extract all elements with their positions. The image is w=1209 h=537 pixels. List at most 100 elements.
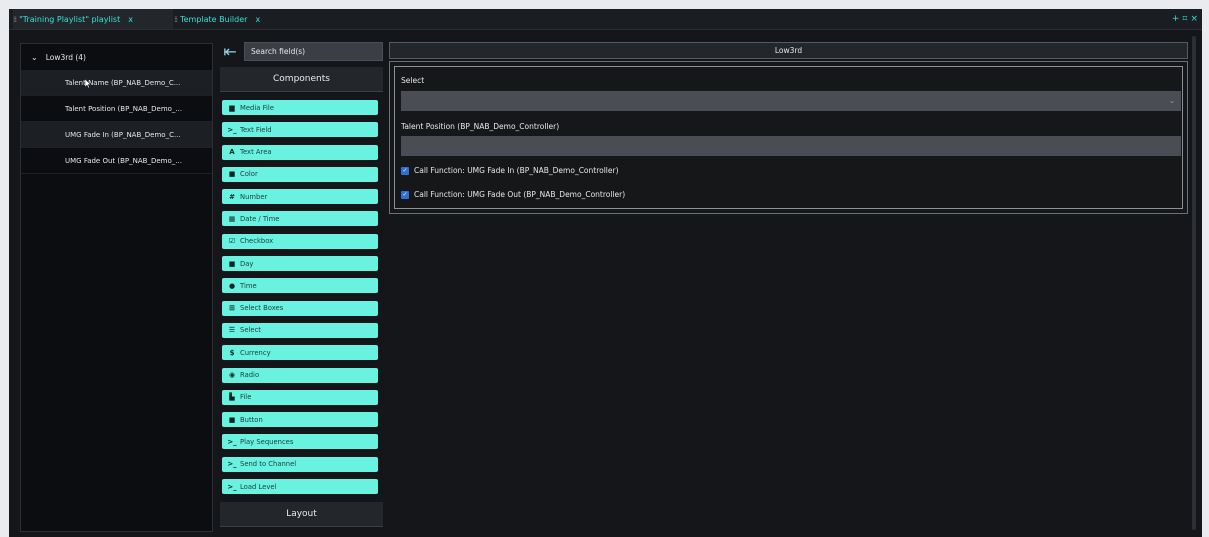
day-icon: ■ <box>228 259 236 268</box>
search-row: ⇤ Search field(s) <box>220 41 383 62</box>
calendar-icon: ▦ <box>228 214 236 223</box>
component-select[interactable]: ☰ Select <box>222 322 378 338</box>
drag-handle-icon[interactable]: ⁞⁞ <box>174 15 178 24</box>
component-checkbox[interactable]: ☑ Checkbox <box>222 233 378 249</box>
component-color[interactable]: ■ Color <box>222 166 378 182</box>
checkbox-icon: ☑ <box>228 237 236 246</box>
component-time[interactable]: ● Time <box>222 278 378 294</box>
color-icon: ■ <box>228 170 236 179</box>
collapse-panel-icon[interactable]: ⇤ <box>220 41 240 62</box>
select-label: Select <box>401 76 425 85</box>
tab-template-builder[interactable]: ⁞⁞ Template Builder x <box>174 9 260 29</box>
component-text-area[interactable]: A Text Area <box>222 144 378 160</box>
component-send-to-channel[interactable]: >_ Send to Channel <box>222 456 378 472</box>
component-label: Select Boxes <box>240 304 284 313</box>
terminal-icon: >_ <box>227 437 237 446</box>
talent-position-input[interactable] <box>401 136 1181 156</box>
component-date-time[interactable]: ▦ Date / Time <box>222 211 378 227</box>
window-controls: + ⌗ × <box>1172 9 1198 29</box>
tree-item[interactable]: UMG Fade In (BP_NAB_Demo_C... <box>21 122 212 148</box>
tree-item[interactable]: UMG Fade Out (BP_NAB_Demo_... <box>21 148 212 174</box>
file-icon: ▙ <box>229 393 235 402</box>
tree-item[interactable]: Talent Name (BP_NAB_Demo_C... <box>21 70 212 96</box>
component-label: Date / Time <box>240 214 280 223</box>
form-preview: Select ⌄ Talent Position (BP_NAB_Demo_Co… <box>389 61 1188 214</box>
component-radio[interactable]: ◉ Radio <box>222 367 378 383</box>
component-label: Checkbox <box>240 237 274 246</box>
close-tab-icon[interactable]: x <box>255 15 260 24</box>
template-tree: ⌄ Low3rd (4) Talent Name (BP_NAB_Demo_C.… <box>20 43 213 532</box>
component-label: Currency <box>240 348 271 357</box>
tab-label: Template Builder <box>180 14 248 24</box>
form-container[interactable]: Select ⌄ Talent Position (BP_NAB_Demo_Co… <box>394 66 1183 209</box>
checkbox-checked-icon[interactable]: ✓ <box>401 166 409 175</box>
chevron-down-icon[interactable]: ⌄ <box>31 53 38 62</box>
radio-icon: ◉ <box>228 371 236 380</box>
tab-label: "Training Playlist" playlist <box>19 14 121 24</box>
component-day[interactable]: ■ Day <box>222 256 378 272</box>
select-dropdown[interactable]: ⌄ <box>401 91 1181 111</box>
search-input[interactable]: Search field(s) <box>244 42 383 61</box>
chevron-down-icon: ⌄ <box>1169 97 1175 105</box>
component-label: Color <box>240 170 258 179</box>
select-boxes-icon: ⊞ <box>229 304 235 313</box>
clock-icon: ● <box>228 281 236 290</box>
app-window: ⁞⁞ "Training Playlist" playlist x ⁞⁞ Tem… <box>9 9 1202 537</box>
tree-item[interactable]: Talent Position (BP_NAB_Demo_... <box>21 96 212 122</box>
checkbox-fade-out[interactable]: ✓ Call Function: UMG Fade Out (BP_NAB_De… <box>401 190 625 199</box>
component-label: Button <box>240 415 263 424</box>
select-icon: ☰ <box>228 326 236 335</box>
tree-item-label: Talent Position (BP_NAB_Demo_... <box>65 104 183 113</box>
component-number[interactable]: # Number <box>222 189 378 205</box>
component-label: Media File <box>240 103 274 112</box>
component-load-level[interactable]: >_ Load Level <box>222 479 378 495</box>
text-area-icon: A <box>229 148 235 157</box>
component-label: Select <box>240 326 261 335</box>
tree-group-header[interactable]: ⌄ Low3rd (4) <box>21 44 212 70</box>
component-label: Number <box>240 192 268 201</box>
component-label: Play Sequences <box>240 437 294 446</box>
component-label: Send to Channel <box>240 460 297 469</box>
checkbox-checked-icon[interactable]: ✓ <box>401 190 409 199</box>
components-list: ▆ Media File >_ Text Field A Text Area ■ Color #… <box>222 100 378 501</box>
component-button[interactable]: ■ Button <box>222 412 378 428</box>
component-file[interactable]: ▙ File <box>222 389 378 405</box>
checkbox-label: Call Function: UMG Fade In (BP_NAB_Demo_… <box>414 166 619 175</box>
scrollbar[interactable] <box>1192 36 1196 530</box>
component-label: Load Level <box>240 482 277 491</box>
component-play-sequences[interactable]: >_ Play Sequences <box>222 434 378 450</box>
terminal-icon: >_ <box>227 460 237 469</box>
component-label: Day <box>240 259 254 268</box>
terminal-icon: >_ <box>227 482 237 491</box>
components-header[interactable]: Components <box>220 67 383 92</box>
tree-item-label: UMG Fade Out (BP_NAB_Demo_... <box>65 156 182 165</box>
checkbox-fade-in[interactable]: ✓ Call Function: UMG Fade In (BP_NAB_Dem… <box>401 166 619 175</box>
currency-icon: $ <box>229 348 235 357</box>
component-text-field[interactable]: >_ Text Field <box>222 122 378 138</box>
close-icon[interactable]: × <box>1190 14 1198 24</box>
tab-training-playlist[interactable]: ⁞⁞ "Training Playlist" playlist x <box>13 9 173 29</box>
tree-group-label: Low3rd (4) <box>45 52 86 62</box>
dock-icon[interactable]: ⌗ <box>1182 14 1187 24</box>
mouse-cursor-icon <box>85 79 91 88</box>
component-currency[interactable]: $ Currency <box>222 345 378 361</box>
media-file-icon: ▆ <box>229 103 235 112</box>
drag-handle-icon[interactable]: ⁞⁞ <box>13 15 17 24</box>
button-icon: ■ <box>228 415 236 424</box>
component-select-boxes[interactable]: ⊞ Select Boxes <box>222 300 378 316</box>
component-media-file[interactable]: ▆ Media File <box>222 100 378 115</box>
tree-item-label: UMG Fade In (BP_NAB_Demo_C... <box>65 130 181 139</box>
preview-title: Low3rd <box>389 42 1188 59</box>
component-label: File <box>240 393 252 402</box>
add-icon[interactable]: + <box>1172 14 1180 24</box>
tab-bar: ⁞⁞ "Training Playlist" playlist x ⁞⁞ Tem… <box>9 9 1202 30</box>
checkbox-label: Call Function: UMG Fade Out (BP_NAB_Demo… <box>414 190 626 199</box>
tree-item-label: Talent Name (BP_NAB_Demo_C... <box>65 78 181 87</box>
number-icon: # <box>229 192 235 201</box>
component-label: Text Field <box>240 125 272 134</box>
talent-position-label: Talent Position (BP_NAB_Demo_Controller) <box>401 122 560 131</box>
component-label: Time <box>240 281 257 290</box>
close-tab-icon[interactable]: x <box>128 15 133 24</box>
layout-header[interactable]: Layout <box>220 502 383 527</box>
terminal-icon: >_ <box>227 125 237 134</box>
